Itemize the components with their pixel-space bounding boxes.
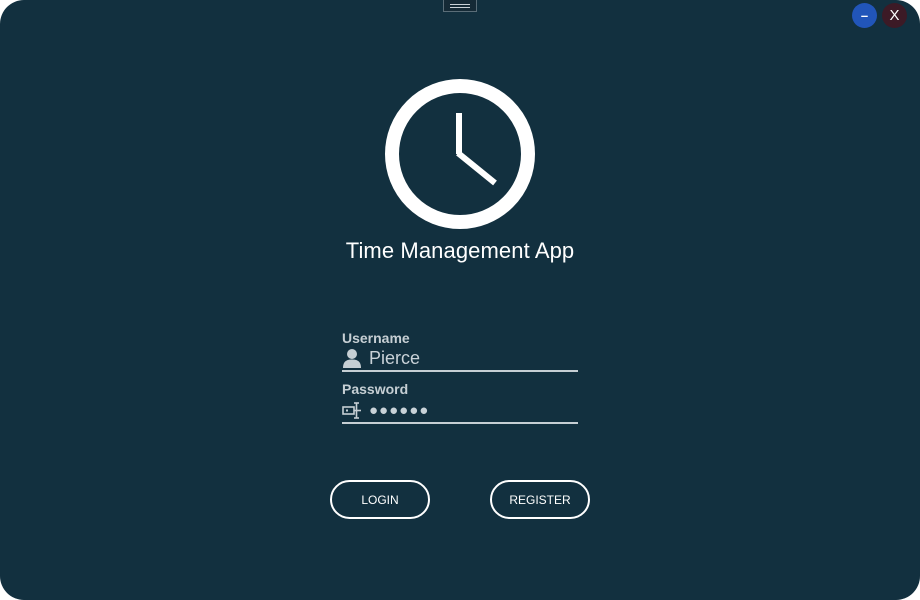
- close-button[interactable]: X: [882, 3, 907, 28]
- username-value: Pierce: [369, 347, 421, 368]
- user-icon: [342, 348, 362, 368]
- password-field[interactable]: ●●●●●●: [342, 398, 578, 424]
- app-title: Time Management App: [345, 238, 575, 263]
- password-value: ●●●●●●: [369, 401, 430, 419]
- drag-handle[interactable]: [443, 0, 477, 12]
- password-icon: [342, 400, 362, 420]
- login-window: – X Time Management App Username Pierce …: [0, 0, 920, 600]
- username-field[interactable]: Pierce: [342, 346, 578, 372]
- login-button[interactable]: LOGIN: [330, 480, 430, 519]
- drag-handle-line: [450, 4, 470, 5]
- clock-icon: [385, 79, 535, 229]
- username-label: Username: [342, 330, 410, 346]
- drag-handle-line: [450, 7, 470, 8]
- minimize-button[interactable]: –: [852, 3, 877, 28]
- password-label: Password: [342, 381, 409, 397]
- register-button[interactable]: REGISTER: [490, 480, 590, 519]
